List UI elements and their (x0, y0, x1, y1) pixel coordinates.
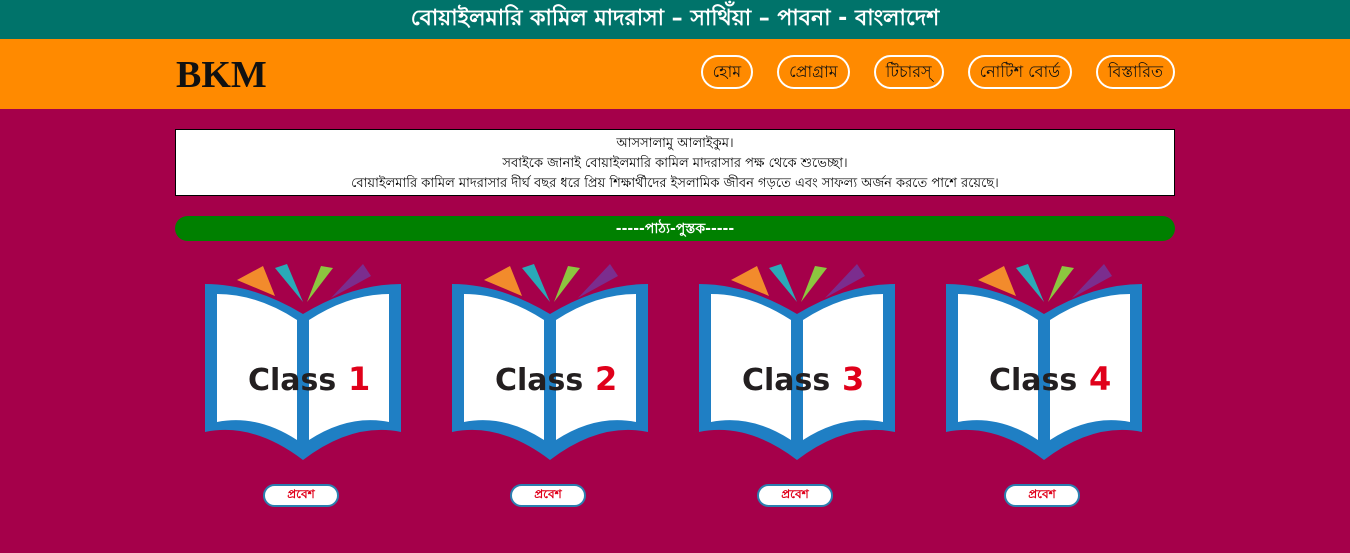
notice-line-3: বোয়াইলমারি কামিল মাদরাসার দীর্ঘ বছর ধরে… (351, 176, 999, 191)
nav-home[interactable]: হোম (700, 55, 754, 89)
book-icon: Class 1 (205, 264, 401, 460)
class-cards: Class 1 প্রবেশ Class 2 প্রবেশ Class 3 প্… (0, 262, 1350, 512)
class-word: Class (248, 363, 336, 398)
book-icon: Class 2 (452, 264, 648, 460)
book-icon: Class 4 (946, 264, 1142, 460)
class-card-2[interactable]: Class 2 প্রবেশ (450, 262, 650, 512)
notice-line-2: সবাইকে জানাই বোয়াইলমারি কামিল মাদরাসার … (502, 156, 848, 171)
nav-teachers[interactable]: টিচারস্ (873, 55, 944, 89)
navbar: BKM হোম প্রোগ্রাম টিচারস্ নোটিশ বোর্ড বি… (0, 39, 1350, 109)
class-card-1[interactable]: Class 1 প্রবেশ (203, 262, 403, 512)
enter-button-class-3[interactable]: প্রবেশ (757, 484, 833, 507)
site-title-bar: বোয়াইলমারি কামিল মাদরাসা – সাথিঁয়া – প… (0, 0, 1350, 39)
class-number: 2 (595, 360, 617, 398)
class-number: 4 (1089, 360, 1111, 398)
class-card-3[interactable]: Class 3 প্রবেশ (697, 262, 897, 512)
class-word: Class (742, 363, 830, 398)
enter-button-class-4[interactable]: প্রবেশ (1004, 484, 1080, 507)
site-title: বোয়াইলমারি কামিল মাদরাসা – সাথিঁয়া – প… (410, 6, 940, 31)
class-number: 1 (348, 360, 370, 398)
class-word: Class (495, 363, 583, 398)
nav-program[interactable]: প্রোগ্রাম (777, 55, 850, 89)
book-icon: Class 3 (699, 264, 895, 460)
nav-details[interactable]: বিস্তারিত (1095, 55, 1175, 89)
enter-button-class-2[interactable]: প্রবেশ (510, 484, 586, 507)
logo[interactable]: BKM (176, 53, 267, 97)
textbook-section-banner: -----পাঠ্য-পুস্তক----- (175, 216, 1175, 241)
section-title: -----পাঠ্য-পুস্তক----- (615, 220, 735, 237)
class-card-4[interactable]: Class 4 প্রবেশ (944, 262, 1144, 512)
enter-button-class-1[interactable]: প্রবেশ (263, 484, 339, 507)
class-number: 3 (842, 360, 864, 398)
main-nav: হোম প্রোগ্রাম টিচারস্ নোটিশ বোর্ড বিস্তা… (700, 55, 1175, 89)
nav-notice-board[interactable]: নোটিশ বোর্ড (967, 55, 1072, 89)
notice-line-1: আসসালামু আলাইকুম। (616, 136, 734, 151)
welcome-notice: আসসালামু আলাইকুম। সবাইকে জানাই বোয়াইলমা… (175, 129, 1175, 196)
class-word: Class (989, 363, 1077, 398)
